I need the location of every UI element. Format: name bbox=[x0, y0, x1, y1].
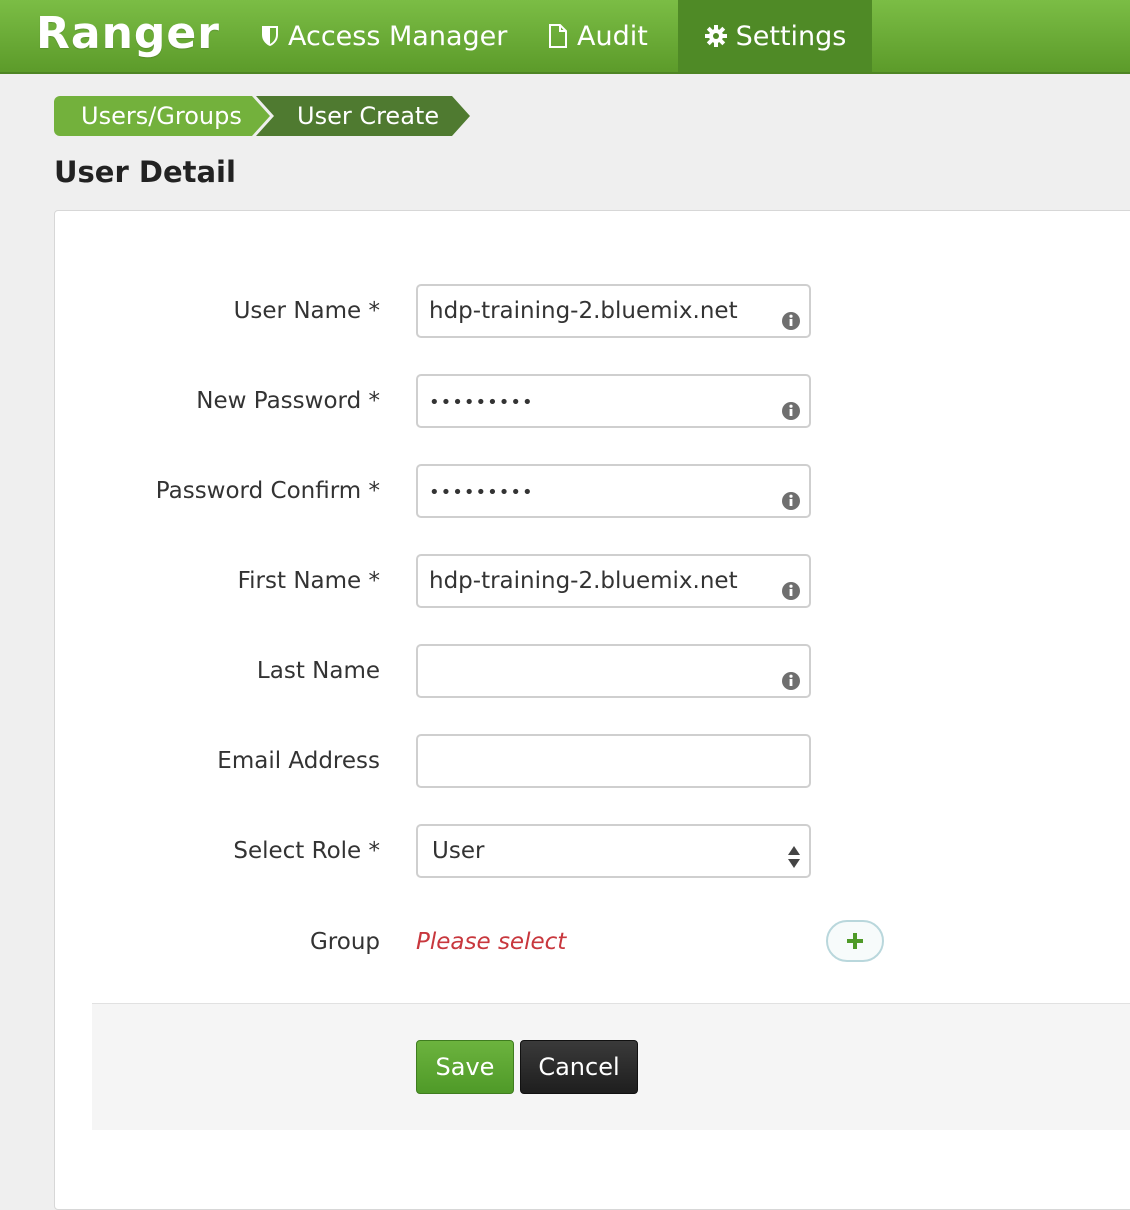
add-group-button[interactable] bbox=[826, 920, 884, 962]
email-label: Email Address bbox=[217, 748, 380, 774]
username-label: User Name * bbox=[233, 298, 380, 324]
nav-audit[interactable]: Audit bbox=[547, 0, 648, 72]
password-confirm-label: Password Confirm * bbox=[155, 478, 380, 504]
group-placeholder[interactable]: Please select bbox=[416, 916, 566, 968]
nav-settings-label: Settings bbox=[735, 20, 847, 52]
info-icon[interactable] bbox=[781, 299, 801, 330]
new-password-label: New Password * bbox=[196, 388, 380, 414]
brand-logo[interactable]: Ranger bbox=[36, 8, 220, 59]
first-name-input[interactable]: hdp-training-2.bluemix.net bbox=[416, 554, 811, 608]
email-input[interactable] bbox=[416, 734, 811, 788]
info-icon[interactable] bbox=[781, 569, 801, 600]
page-title: User Detail bbox=[54, 155, 236, 189]
role-select[interactable]: User bbox=[416, 824, 811, 878]
gear-icon bbox=[704, 24, 728, 48]
nav-settings[interactable]: Settings bbox=[678, 0, 872, 72]
role-value: User bbox=[432, 838, 485, 864]
last-name-label: Last Name bbox=[256, 658, 380, 684]
new-password-input[interactable]: ••••••••• bbox=[416, 374, 811, 428]
nav-access-manager[interactable]: Access Manager bbox=[260, 0, 507, 72]
info-icon[interactable] bbox=[781, 479, 801, 510]
nav-audit-label: Audit bbox=[577, 20, 648, 52]
info-icon[interactable] bbox=[781, 389, 801, 420]
plus-icon bbox=[847, 933, 863, 949]
username-input[interactable]: hdp-training-2.bluemix.net bbox=[416, 284, 811, 338]
info-icon[interactable] bbox=[781, 659, 801, 690]
breadcrumb-users-groups[interactable]: Users/Groups bbox=[54, 96, 270, 136]
new-password-value: ••••••••• bbox=[429, 392, 534, 413]
file-icon bbox=[547, 23, 569, 49]
breadcrumb-user-create: User Create bbox=[256, 96, 470, 136]
password-confirm-input[interactable]: ••••••••• bbox=[416, 464, 811, 518]
last-name-input[interactable] bbox=[416, 644, 811, 698]
select-arrows-icon bbox=[787, 838, 801, 888]
first-name-label: First Name * bbox=[237, 568, 380, 594]
password-confirm-value: ••••••••• bbox=[429, 482, 534, 503]
top-navbar: Ranger Access Manager Audit Settings bbox=[0, 0, 1130, 74]
shield-icon bbox=[260, 24, 280, 48]
save-button[interactable]: Save bbox=[416, 1040, 514, 1094]
first-name-value: hdp-training-2.bluemix.net bbox=[429, 568, 738, 594]
username-value: hdp-training-2.bluemix.net bbox=[429, 298, 738, 324]
group-label: Group bbox=[309, 929, 380, 955]
cancel-button[interactable]: Cancel bbox=[520, 1040, 638, 1094]
nav-access-manager-label: Access Manager bbox=[288, 20, 508, 52]
role-label: Select Role * bbox=[233, 838, 380, 864]
